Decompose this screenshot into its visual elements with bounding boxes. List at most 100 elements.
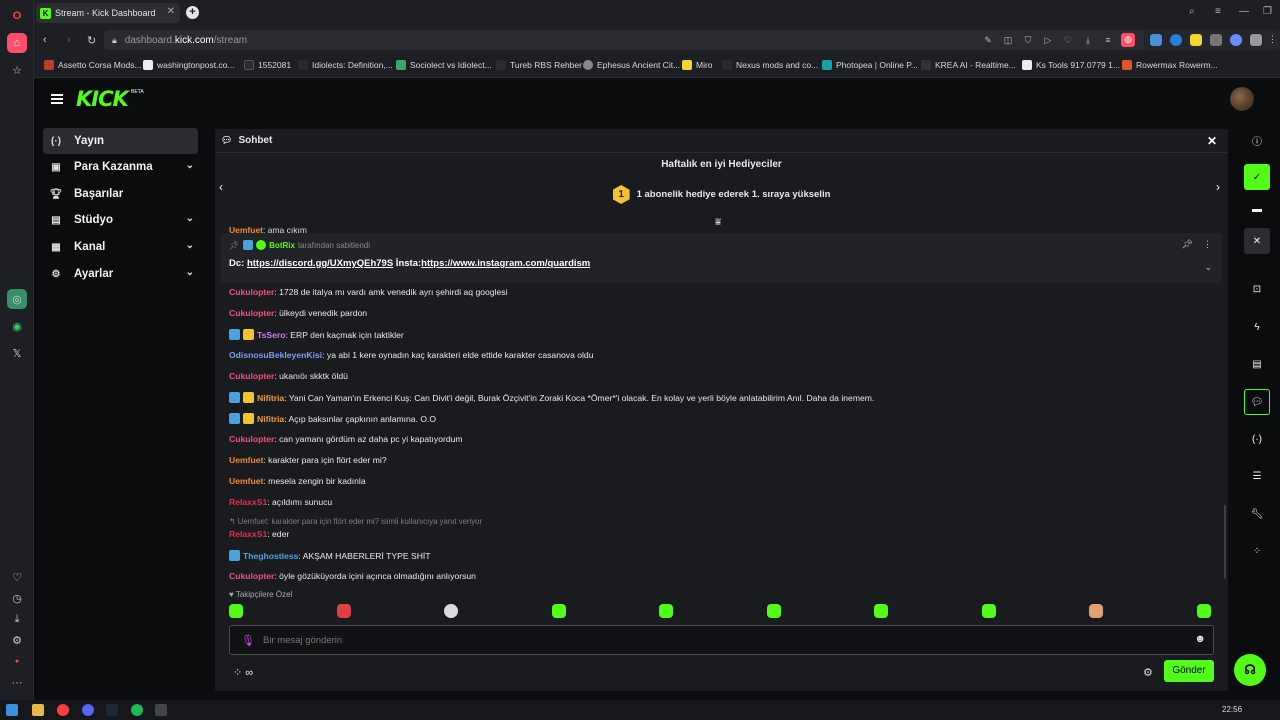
nav-item-kanal[interactable]: ▦ Kanal ⌄: [43, 234, 198, 260]
emote-icon[interactable]: [874, 604, 888, 618]
discord-link[interactable]: https://discord.gg/UXmyQEh79S: [247, 258, 393, 269]
chat-username[interactable]: Nifitria: [257, 414, 284, 424]
chevron-down-icon[interactable]: ⌄: [186, 213, 194, 224]
chevron-down-icon[interactable]: ⌄: [186, 160, 194, 171]
tab-kick-dashboard[interactable]: K Stream - Kick Dashboard ✕: [36, 3, 180, 23]
chat-message[interactable]: Nifitria: Yani Can Yaman'ın Erkenci Kuş:…: [229, 392, 874, 403]
bookmark-item[interactable]: Nexus mods and co...: [722, 60, 818, 70]
broadcast-icon[interactable]: (·): [1244, 426, 1270, 452]
emote-icon[interactable]: [229, 604, 243, 618]
scrollbar[interactable]: [1224, 505, 1226, 579]
search-icon[interactable]: ⌕: [1189, 6, 1195, 17]
star-icon[interactable]: ☆: [7, 60, 27, 80]
tab-close-icon[interactable]: ✕: [167, 6, 175, 17]
play-icon[interactable]: ▷: [1042, 34, 1054, 46]
chat-message[interactable]: OdisnosuBekleyenKisi: ya abi 1 kere oyna…: [229, 350, 593, 360]
emote-icon[interactable]: [1196, 604, 1211, 618]
lightning-icon[interactable]: ϟ: [1244, 314, 1270, 340]
chat-username[interactable]: RelaxxS1: [229, 529, 267, 539]
nav-item-ayarlar[interactable]: ⚙ Ayarlar ⌄: [43, 261, 198, 287]
bookmark-item[interactable]: Rowermax Rowerm...: [1122, 60, 1218, 70]
avatar[interactable]: [1230, 87, 1254, 111]
chat-message[interactable]: RelaxxS1: açıldımı sunucu: [229, 497, 332, 507]
bookmark-item[interactable]: KREA AI - Realtime...: [921, 60, 1016, 70]
emoji-icon[interactable]: ☻: [1194, 633, 1206, 645]
chat-username[interactable]: Cukulopter: [229, 287, 274, 297]
globe-extension-icon[interactable]: [1230, 34, 1242, 46]
steam-icon[interactable]: [106, 704, 118, 716]
chat-message[interactable]: Nifitria: Açıp baksınlar çapkının anlamı…: [229, 413, 436, 424]
activity-icon[interactable]: ☰: [1244, 463, 1270, 489]
minimize-icon[interactable]: —: [1239, 6, 1249, 17]
bookmark-item[interactable]: Sociolect vs Idiolect...: [396, 60, 492, 70]
notes-icon[interactable]: ▤: [1244, 351, 1270, 377]
kick-logo[interactable]: KICK: [76, 87, 129, 111]
x-icon[interactable]: 𝕏: [7, 343, 27, 363]
chat-icon[interactable]: 💬︎: [1244, 389, 1270, 415]
history-icon[interactable]: ◷: [7, 588, 27, 608]
spotify-icon[interactable]: [131, 704, 143, 716]
forward-icon[interactable]: ›: [67, 34, 71, 46]
folder-icon[interactable]: [32, 704, 44, 716]
close-icon[interactable]: ✕: [1244, 228, 1270, 254]
chevron-right-icon[interactable]: ›: [1216, 180, 1220, 194]
heart-icon[interactable]: ♡: [7, 567, 27, 587]
chat-username[interactable]: Nifitria: [257, 393, 284, 403]
mic-icon[interactable]: 🎙︎: [241, 634, 255, 647]
dots-icon[interactable]: ⁘: [1244, 538, 1270, 564]
check-icon[interactable]: ✓: [1244, 164, 1270, 190]
shield-icon[interactable]: ⛉: [1022, 34, 1034, 46]
bookmark-item[interactable]: Ephesus Ancient Cit...: [583, 60, 680, 70]
badge-extension-icon[interactable]: [1210, 34, 1222, 46]
bookmark-item[interactable]: Assetto Corsa Mods...: [44, 60, 142, 70]
heart-icon[interactable]: ♡: [1062, 34, 1074, 46]
chat-username[interactable]: Cukulopter: [229, 371, 274, 381]
adblock-icon[interactable]: ●: [7, 651, 27, 671]
wrench-icon[interactable]: 🔧︎: [1244, 501, 1270, 527]
windows-icon[interactable]: [6, 704, 18, 716]
chat-username[interactable]: Cukulopter: [229, 308, 274, 318]
support-button[interactable]: ☊: [1234, 654, 1266, 686]
emote-icon[interactable]: [336, 604, 351, 618]
discord-icon[interactable]: [82, 704, 94, 716]
emote-icon[interactable]: [659, 604, 673, 618]
info-icon[interactable]: ⓘ: [1244, 127, 1270, 153]
chat-username[interactable]: Cukulopter: [229, 434, 274, 444]
bookmark-item[interactable]: Miro: [682, 60, 713, 70]
puzzle-extension-icon[interactable]: [1250, 34, 1262, 46]
chat-username[interactable]: Uemfuet: [229, 455, 263, 465]
unpin-icon[interactable]: 📌︎: [1182, 239, 1193, 249]
nav-item-yayin[interactable]: (·) Yayın: [43, 128, 198, 154]
chat-message[interactable]: TsSero: ERP den kaçmak için taktikler: [229, 329, 404, 340]
nav-item-basarilar[interactable]: 🏆︎ Başarılar: [43, 181, 198, 207]
screenshot-icon[interactable]: ⊡: [1244, 276, 1270, 302]
bookmark-item[interactable]: washingtonpost.co...: [143, 60, 235, 70]
opera-taskbar-icon[interactable]: [57, 704, 69, 716]
emote-icon[interactable]: [1089, 604, 1103, 618]
download-icon[interactable]: ⤓: [7, 609, 27, 629]
nav-item-para-kazanma[interactable]: ▣ Para Kazanma ⌄: [43, 154, 198, 180]
chat-message[interactable]: Cukulopter: ülkeydi venedik pardon: [229, 308, 367, 318]
more-icon[interactable]: ···: [7, 673, 27, 693]
chat-message[interactable]: RelaxxS1: eder: [229, 529, 289, 539]
chat-username[interactable]: Cukulopter: [229, 571, 274, 581]
bookmark-item[interactable]: Photopea | Online P...: [822, 60, 918, 70]
settings-icon[interactable]: ⚙: [7, 630, 27, 650]
blue-extension-icon[interactable]: [1170, 34, 1182, 46]
chat-input[interactable]: 🎙︎ Bir mesaj gönderin ☻: [229, 625, 1214, 655]
emote-icon[interactable]: [444, 604, 458, 618]
chat-bottom-left[interactable]: ⁘ ∞: [233, 666, 253, 679]
chat-username[interactable]: RelaxxS1: [229, 497, 267, 507]
bookmark-item[interactable]: 1552081: [244, 60, 291, 70]
emote-icon[interactable]: [766, 604, 781, 618]
profile-icon[interactable]: ◍: [1121, 33, 1135, 47]
chat-message[interactable]: Cukulopter: can yamanı gördüm az daha pc…: [229, 434, 463, 444]
layout-icon[interactable]: ▬: [1244, 196, 1270, 222]
whatsapp-icon[interactable]: ◉: [7, 316, 27, 336]
emote-icon[interactable]: [551, 604, 566, 618]
maximize-icon[interactable]: ❐: [1263, 6, 1272, 17]
obs-icon[interactable]: [155, 704, 167, 716]
expand-chevron-icon[interactable]: ⌄: [1204, 262, 1212, 273]
nav-item-studyo[interactable]: ▤ Stüdyo ⌄: [43, 207, 198, 233]
chat-username[interactable]: Uemfuet: [229, 476, 263, 486]
